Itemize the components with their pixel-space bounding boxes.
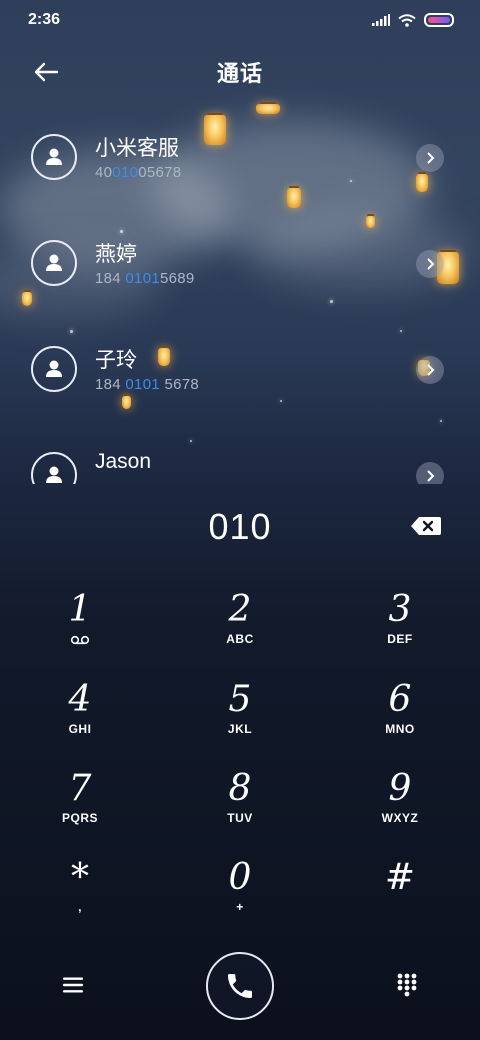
dialed-number: 010 xyxy=(208,506,272,547)
key-letters: JKL xyxy=(227,722,253,736)
key-letters: ABC xyxy=(226,632,254,646)
key-1[interactable]: 1 xyxy=(20,590,140,670)
contact-detail-button[interactable] xyxy=(416,250,444,278)
person-icon xyxy=(46,148,62,165)
contact-number: 184 01015689 xyxy=(95,270,195,287)
contact-name: 小米客服 xyxy=(95,137,179,160)
contact-name: Jason xyxy=(95,450,152,473)
key-3[interactable]: 3 DEF xyxy=(340,590,460,670)
key-letters: PQRS xyxy=(61,811,98,825)
person-icon xyxy=(46,254,62,271)
key-2[interactable]: 2 ABC xyxy=(180,590,300,670)
wifi-icon xyxy=(398,13,416,27)
menu-button[interactable] xyxy=(58,970,88,1000)
key-letters: MNO xyxy=(385,722,415,736)
key-star[interactable]: * , xyxy=(20,858,140,938)
contact-name: 燕婷 xyxy=(95,243,137,266)
chevron-right-icon xyxy=(427,470,435,482)
call-button[interactable] xyxy=(206,952,274,1020)
key-0[interactable]: 0 + xyxy=(180,858,300,938)
key-digit: 1 xyxy=(68,589,92,630)
backspace-icon xyxy=(411,517,441,535)
key-digit: 7 xyxy=(68,768,92,809)
key-digit: 4 xyxy=(68,679,92,720)
person-icon xyxy=(46,360,62,377)
key-digit: 2 xyxy=(228,589,252,630)
avatar xyxy=(31,134,77,180)
key-letters: WXYZ xyxy=(381,811,419,825)
key-8[interactable]: 8 TUV xyxy=(180,769,300,849)
phone-icon xyxy=(228,974,252,998)
header: 通话 xyxy=(0,40,480,104)
contact-number: 4001005678 xyxy=(95,164,182,181)
keypad-toggle-button[interactable] xyxy=(392,970,422,1000)
menu-icon xyxy=(63,977,83,993)
key-digit: * xyxy=(71,857,89,898)
key-9[interactable]: 9 WXYZ xyxy=(340,769,460,849)
key-6[interactable]: 6 MNO xyxy=(340,680,460,760)
key-digit: # xyxy=(384,857,416,898)
contact-item[interactable]: 小米客服 4001005678 xyxy=(0,104,480,210)
voicemail-icon xyxy=(70,635,90,645)
dial-input[interactable]: 010 xyxy=(0,500,480,556)
key-digit: 3 xyxy=(388,589,412,630)
chevron-right-icon xyxy=(427,258,435,270)
key-letters: DEF xyxy=(387,632,413,646)
chevron-right-icon xyxy=(427,152,435,164)
key-digit: 8 xyxy=(228,768,252,809)
contact-item[interactable]: 子玲 184 0101 5678 xyxy=(0,316,480,422)
avatar xyxy=(31,346,77,392)
contact-item[interactable]: Jason xyxy=(0,422,480,484)
contact-item[interactable]: 燕婷 184 01015689 xyxy=(0,210,480,316)
battery-icon xyxy=(424,13,454,27)
status-time: 2:36 xyxy=(28,11,61,28)
key-letters: GHI xyxy=(68,722,92,736)
key-4[interactable]: 4 GHI xyxy=(20,680,140,760)
contact-name: 子玲 xyxy=(95,349,137,372)
chevron-right-icon xyxy=(427,364,435,376)
backspace-button[interactable] xyxy=(410,514,442,538)
key-hash[interactable]: # xyxy=(340,858,460,938)
key-letters: TUV xyxy=(227,811,253,825)
contact-number: 184 0101 5678 xyxy=(95,376,200,393)
contact-list: 小米客服 4001005678 燕婷 184 01015689 子玲 184 0… xyxy=(0,104,480,484)
contact-detail-button[interactable] xyxy=(416,462,444,484)
page-title: 通话 xyxy=(216,61,263,86)
status-bar: 2:36 xyxy=(0,0,480,40)
keypad-icon xyxy=(397,973,417,997)
signal-icon xyxy=(372,14,390,26)
avatar xyxy=(31,240,77,286)
key-digit: 9 xyxy=(388,768,412,809)
contact-detail-button[interactable] xyxy=(416,356,444,384)
key-digit: 6 xyxy=(388,679,412,720)
status-icons xyxy=(372,13,454,27)
person-icon xyxy=(46,466,62,483)
key-7[interactable]: 7 PQRS xyxy=(20,769,140,849)
key-letters: , xyxy=(78,900,82,914)
key-5[interactable]: 5 JKL xyxy=(180,680,300,760)
key-digit: 5 xyxy=(228,679,252,720)
contact-detail-button[interactable] xyxy=(416,144,444,172)
key-digit: 0 xyxy=(228,857,252,898)
avatar xyxy=(31,452,77,484)
key-letters: + xyxy=(236,900,244,914)
